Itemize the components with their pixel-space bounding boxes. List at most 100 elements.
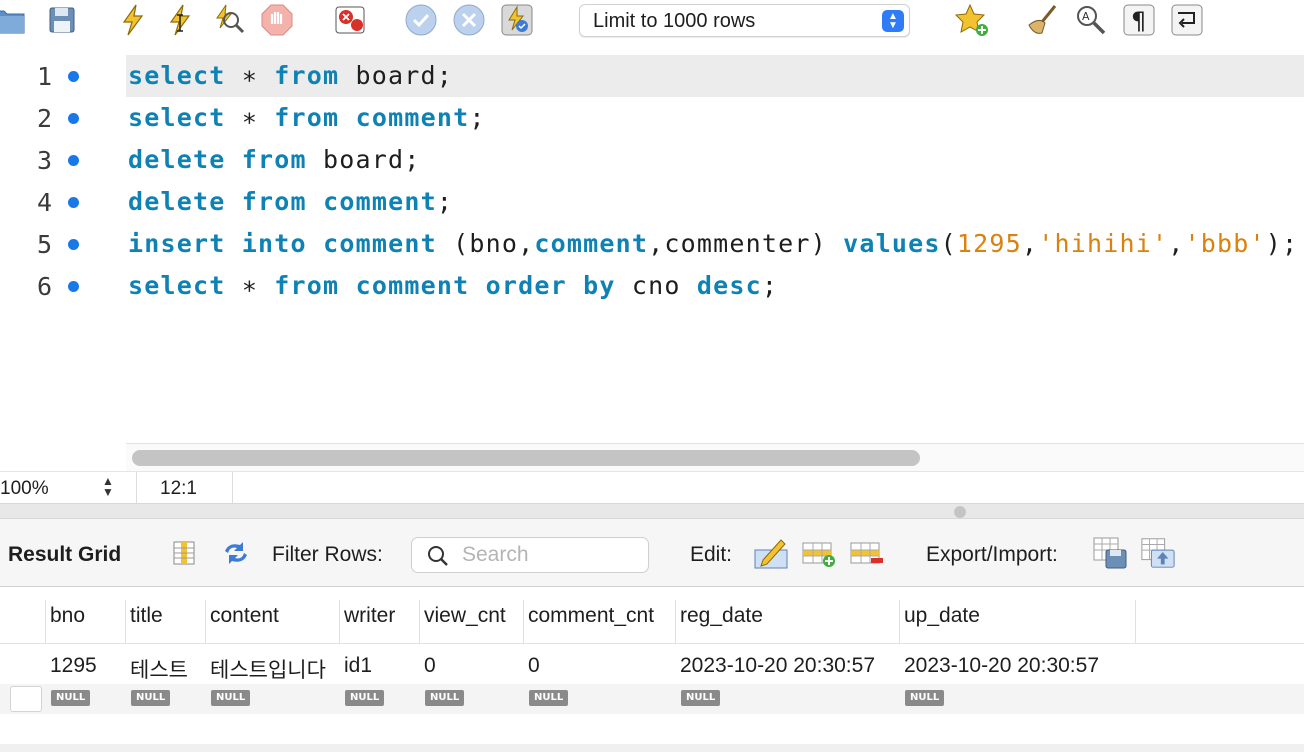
search-icon (426, 544, 450, 573)
filter-rows-label: Filter Rows: (272, 543, 383, 566)
horizontal-scrollbar-thumb[interactable] (132, 450, 920, 466)
row-selector[interactable] (10, 686, 42, 712)
limit-rows-select[interactable]: Limit to 1000 rows ▲ ▼ (579, 4, 910, 37)
sql-editor[interactable]: 1 select ∗ from board; 2 select ∗ from comm… (0, 55, 1304, 470)
toggle-error-stop-icon[interactable] (332, 2, 368, 38)
column-header-content[interactable]: content (205, 588, 339, 644)
add-row-icon[interactable] (801, 535, 837, 571)
stop-icon[interactable] (259, 2, 295, 38)
chevron-updown-icon: ▲ ▼ (882, 10, 904, 32)
column-header-writer[interactable]: writer (339, 588, 419, 644)
null-badge: NULL (131, 690, 171, 706)
column-header-title[interactable]: title (125, 588, 205, 644)
import-icon[interactable] (1140, 535, 1176, 571)
splitter-handle[interactable] (954, 506, 966, 518)
code-token: by (583, 271, 616, 300)
filter-search-box[interactable] (411, 537, 649, 573)
open-folder-icon[interactable] (0, 2, 28, 38)
code-token: , (1021, 229, 1039, 258)
statement-marker-icon[interactable] (68, 113, 79, 124)
filter-search-input[interactable] (462, 543, 642, 567)
rollback-icon[interactable] (451, 2, 487, 38)
code-token: from (274, 103, 340, 132)
code-line[interactable]: 6 select ∗ from comment order by cno desc… (0, 265, 1304, 307)
table-cell[interactable]: 0 (424, 654, 436, 678)
statement-marker-icon[interactable] (68, 155, 79, 166)
table-cell[interactable]: 테스트입니다 (210, 654, 326, 684)
code-token: insert (128, 229, 226, 258)
column-header-up-date[interactable]: up_date (899, 588, 1135, 644)
line-number: 6 (36, 272, 52, 301)
column-header-view-cnt[interactable]: view_cnt (419, 588, 523, 644)
statement-marker-icon[interactable] (68, 71, 79, 82)
invisible-chars-icon[interactable]: ¶ (1121, 2, 1157, 38)
svg-text:A: A (1082, 10, 1090, 23)
code-token: 1295 (956, 229, 1022, 258)
null-badge: NULL (905, 690, 945, 706)
code-token: comment (534, 229, 649, 258)
code-token: order (485, 271, 567, 300)
code-token: ∗ (225, 271, 275, 300)
code-line[interactable]: 1 select ∗ from board; (0, 55, 1304, 97)
statement-marker-icon[interactable] (68, 239, 79, 250)
code-line[interactable]: 2 select ∗ from comment; (0, 97, 1304, 139)
null-badge: NULL (425, 690, 465, 706)
export-icon[interactable] (1092, 535, 1128, 571)
column-header-comment-cnt[interactable]: comment_cnt (523, 588, 675, 644)
execute-current-icon[interactable] (162, 2, 198, 38)
grid-view-icon[interactable] (166, 535, 202, 571)
table-cell[interactable]: 테스트 (130, 654, 188, 684)
autocommit-icon[interactable] (499, 2, 535, 38)
table-cell[interactable]: id1 (344, 654, 372, 678)
edit-row-icon[interactable] (753, 535, 789, 571)
code-token: delete (128, 187, 226, 216)
commit-icon[interactable] (403, 2, 439, 38)
explain-icon[interactable] (211, 2, 247, 38)
code-token: , (1168, 229, 1185, 258)
save-script-icon[interactable] (44, 2, 80, 38)
execute-icon[interactable] (115, 2, 151, 38)
table-cell[interactable]: 2023-10-20 20:30:57 (904, 654, 1099, 678)
new-row[interactable]: NULL NULL NULL NULL NULL NULL NULL NULL (0, 684, 1304, 714)
table-cell[interactable]: 0 (528, 654, 540, 678)
null-badge: NULL (345, 690, 385, 706)
empty-row (0, 714, 1304, 744)
code-token: values (843, 229, 941, 258)
bookmark-add-icon[interactable] (954, 2, 990, 38)
code-line[interactable]: 5 insert into comment (bno,comment,commen… (0, 223, 1304, 265)
code-text: delete from board; (128, 145, 421, 174)
line-number: 3 (36, 146, 52, 175)
table-cell[interactable]: 2023-10-20 20:30:57 (680, 654, 875, 678)
result-grid-label: Result Grid (8, 543, 122, 566)
null-badge: NULL (529, 690, 569, 706)
cursor-position: 12:1 (160, 478, 197, 499)
code-token: ∗ (225, 103, 275, 132)
code-token: ( (940, 229, 957, 258)
column-header-reg-date[interactable]: reg_date (675, 588, 899, 644)
wrap-lines-icon[interactable] (1169, 2, 1205, 38)
find-icon[interactable]: A (1073, 2, 1109, 38)
beautify-icon[interactable] (1025, 2, 1061, 38)
column-header-bno[interactable]: bno (45, 588, 125, 644)
code-token: from (241, 145, 307, 174)
code-line[interactable]: 4 delete from comment; (0, 181, 1304, 223)
delete-row-icon[interactable] (849, 535, 885, 571)
panel-splitter[interactable] (0, 503, 1304, 519)
zoom-stepper-icon[interactable]: ▲ ▼ (97, 475, 119, 500)
svg-text:¶: ¶ (1131, 7, 1146, 35)
code-token: ; (761, 271, 779, 300)
statement-marker-icon[interactable] (68, 197, 79, 208)
statement-marker-icon[interactable] (68, 281, 79, 292)
result-toolbar: Result Grid Filter Rows: Edit: Export/Im… (0, 519, 1304, 587)
result-grid[interactable]: bno title content writer view_cnt comment_cnt… (0, 588, 1304, 752)
status-divider (232, 472, 233, 504)
table-cell[interactable]: 1295 (50, 654, 97, 678)
table-row[interactable]: 1295 테스트 테스트입니다 id1 0 0 2023-10-20 20:30:57 202… (0, 644, 1304, 684)
code-line[interactable]: 3 delete from board; (0, 139, 1304, 181)
refresh-icon[interactable] (218, 535, 254, 571)
